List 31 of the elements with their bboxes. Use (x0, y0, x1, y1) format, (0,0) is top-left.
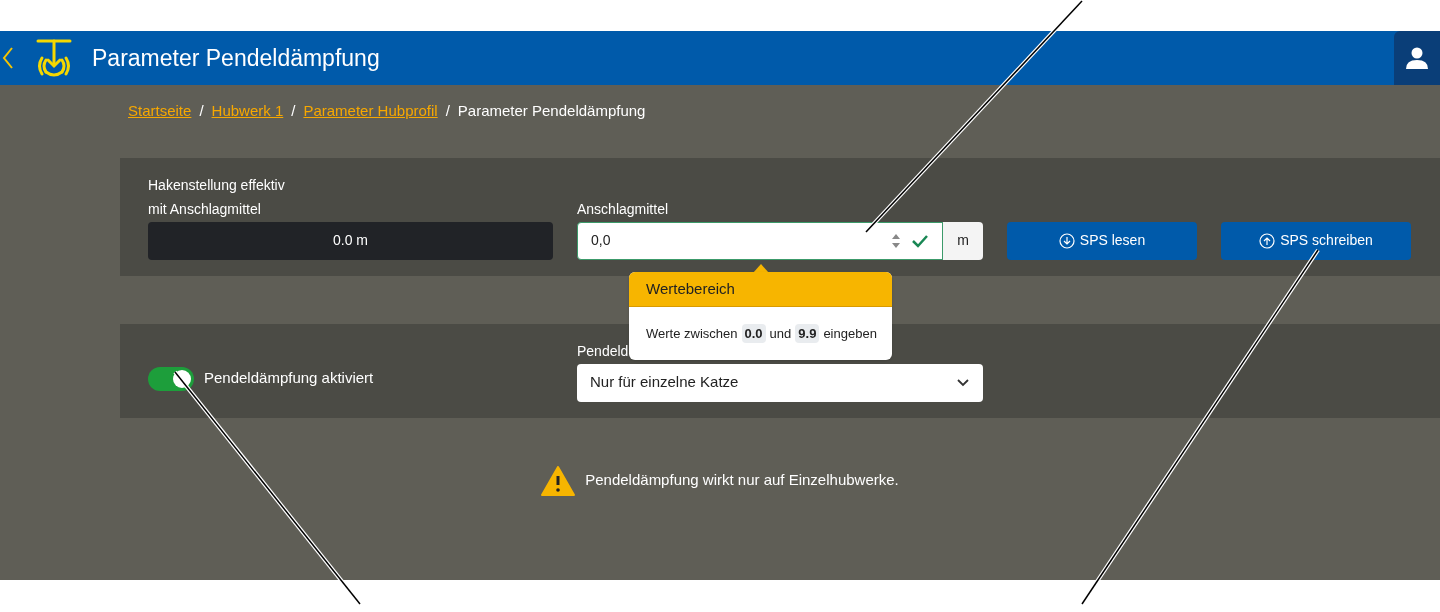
upload-icon (1259, 232, 1276, 249)
field-label: Anschlagmittel (577, 199, 670, 219)
popover-text: eingeben (823, 324, 877, 343)
write-button[interactable]: SPS schreiben (1221, 221, 1411, 260)
page-title: Parameter Pendeldämpfung (92, 43, 380, 73)
mode-dropdown[interactable]: Nur für einzelne Katze (577, 363, 983, 402)
popover-title: Wertebereich (629, 272, 892, 307)
toggle-switch[interactable] (148, 366, 194, 391)
max-value: 9.9 (795, 323, 820, 344)
value-display: 0.0 m (148, 221, 553, 260)
warning-icon (541, 465, 576, 496)
breadcrumb-separator: / (199, 101, 204, 121)
unit-label: m (943, 221, 983, 260)
breadcrumb-current: Parameter Pendeldämpfung (457, 101, 646, 121)
field-label: mit Anschlagmittel (148, 199, 262, 219)
min-value: 0.0 (741, 323, 766, 344)
user-button[interactable] (1394, 31, 1440, 85)
popover-text: und (769, 324, 792, 343)
chevron-down-icon (956, 377, 970, 388)
field-label: Hakenstellung effektiv (148, 175, 286, 195)
breadcrumb-separator: / (445, 101, 450, 121)
download-icon (1058, 232, 1075, 249)
number-input[interactable]: 0,0 (577, 221, 943, 260)
crane-hook-icon (34, 38, 74, 78)
popover-text: Werte zwischen (646, 324, 738, 343)
field-label: Pendeld (577, 341, 630, 361)
user-icon (1405, 46, 1429, 70)
toggle-label: Pendeldämpfung aktiviert (204, 368, 374, 389)
warning-text: Pendeldämpfung wirkt nur auf Einzelhubwerke. (585, 470, 899, 491)
breadcrumb-separator: / (291, 101, 296, 121)
read-button[interactable]: SPS lesen (1007, 221, 1197, 260)
